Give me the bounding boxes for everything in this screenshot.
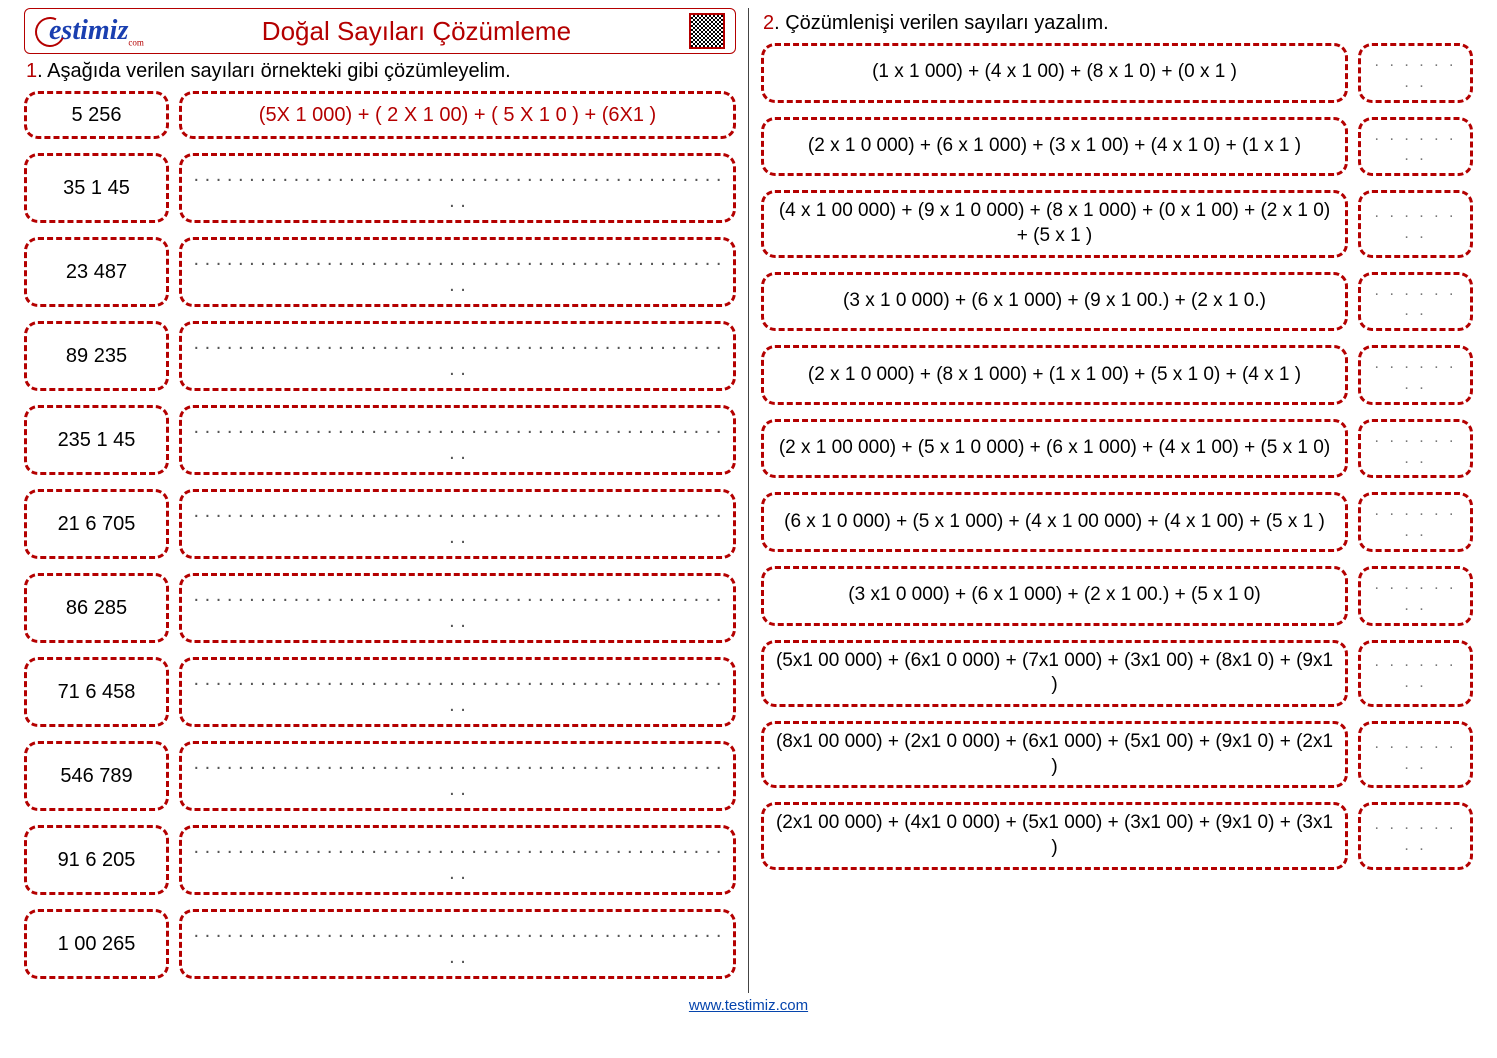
expansion-box: . . . . . . . . . . . . . . . . . . . . … [179, 573, 736, 643]
section2-row: (2 x 1 0 000) + (6 x 1 000) + (3 x 1 00)… [761, 117, 1473, 177]
answer-box: . . . . . . . . [1358, 345, 1473, 405]
expression-box: (6 x 1 0 000) + (5 x 1 000) + (4 x 1 00 … [761, 492, 1348, 552]
answer-box: . . . . . . . . [1358, 190, 1473, 257]
section2-rows: (1 x 1 000) + (4 x 1 00) + (8 x 1 0) + (… [761, 43, 1473, 870]
footer: www.testimiz.com [0, 997, 1497, 1020]
section1-text: . Aşağıda verilen sayıları örnekteki gib… [37, 60, 511, 82]
worksheet-page: estimizcom Doğal Sayıları Çözümleme 1. A… [0, 0, 1497, 997]
section2-row: (5x1 00 000) + (6x1 0 000) + (7x1 000) +… [761, 640, 1473, 707]
section1-row: 1 00 265. . . . . . . . . . . . . . . . … [24, 909, 736, 979]
section1-row: 5 256(5X 1 000) + ( 2 X 1 00) + ( 5 X 1 … [24, 91, 736, 139]
header: estimizcom Doğal Sayıları Çözümleme [24, 8, 736, 54]
section1-row: 89 235. . . . . . . . . . . . . . . . . … [24, 321, 736, 391]
logo-text: estimiz [49, 15, 128, 46]
footer-link[interactable]: www.testimiz.com [689, 997, 808, 1014]
section2-row: (4 x 1 00 000) + (9 x 1 0 000) + (8 x 1 … [761, 190, 1473, 257]
section2-instruction: 2. Çözümlenişi verilen sayıları yazalım. [763, 12, 1473, 35]
qr-code-icon [689, 13, 725, 49]
expansion-box: . . . . . . . . . . . . . . . . . . . . … [179, 489, 736, 559]
expression-box: (2x1 00 000) + (4x1 0 000) + (5x1 000) +… [761, 802, 1348, 869]
number-box: 23 487 [24, 237, 169, 307]
section2-row: (2 x 1 0 000) + (8 x 1 000) + (1 x 1 00)… [761, 345, 1473, 405]
number-box: 1 00 265 [24, 909, 169, 979]
expansion-box: . . . . . . . . . . . . . . . . . . . . … [179, 237, 736, 307]
section1-number: 1 [26, 60, 37, 82]
section1-row: 91 6 205. . . . . . . . . . . . . . . . … [24, 825, 736, 895]
expression-box: (5x1 00 000) + (6x1 0 000) + (7x1 000) +… [761, 640, 1348, 707]
section1-instruction: 1. Aşağıda verilen sayıları örnekteki gi… [26, 60, 736, 83]
section2-row: (8x1 00 000) + (2x1 0 000) + (6x1 000) +… [761, 721, 1473, 788]
section1-row: 235 1 45. . . . . . . . . . . . . . . . … [24, 405, 736, 475]
expression-box: (8x1 00 000) + (2x1 0 000) + (6x1 000) +… [761, 721, 1348, 788]
example-expansion-box: (5X 1 000) + ( 2 X 1 00) + ( 5 X 1 0 ) +… [179, 91, 736, 139]
expansion-box: . . . . . . . . . . . . . . . . . . . . … [179, 657, 736, 727]
answer-box: . . . . . . . . [1358, 640, 1473, 707]
number-box: 86 285 [24, 573, 169, 643]
expansion-box: . . . . . . . . . . . . . . . . . . . . … [179, 741, 736, 811]
answer-box: . . . . . . . . [1358, 802, 1473, 869]
number-box: 5 256 [24, 91, 169, 139]
section2-row: (1 x 1 000) + (4 x 1 00) + (8 x 1 0) + (… [761, 43, 1473, 103]
answer-box: . . . . . . . . [1358, 117, 1473, 177]
number-box: 21 6 705 [24, 489, 169, 559]
answer-box: . . . . . . . . [1358, 272, 1473, 332]
expression-box: (1 x 1 000) + (4 x 1 00) + (8 x 1 0) + (… [761, 43, 1348, 103]
expression-box: (4 x 1 00 000) + (9 x 1 0 000) + (8 x 1 … [761, 190, 1348, 257]
logo: estimizcom [35, 15, 144, 48]
section2-row: (2 x 1 00 000) + (5 x 1 0 000) + (6 x 1 … [761, 419, 1473, 479]
expansion-box: . . . . . . . . . . . . . . . . . . . . … [179, 405, 736, 475]
expression-box: (2 x 1 0 000) + (8 x 1 000) + (1 x 1 00)… [761, 345, 1348, 405]
expansion-box: . . . . . . . . . . . . . . . . . . . . … [179, 153, 736, 223]
section1-row: 35 1 45. . . . . . . . . . . . . . . . .… [24, 153, 736, 223]
section1-row: 71 6 458. . . . . . . . . . . . . . . . … [24, 657, 736, 727]
section2-row: (2x1 00 000) + (4x1 0 000) + (5x1 000) +… [761, 802, 1473, 869]
section1-rows: 5 256(5X 1 000) + ( 2 X 1 00) + ( 5 X 1 … [24, 91, 736, 979]
expansion-box: . . . . . . . . . . . . . . . . . . . . … [179, 909, 736, 979]
answer-box: . . . . . . . . [1358, 566, 1473, 626]
page-title: Doğal Sayıları Çözümleme [144, 16, 689, 47]
section2-row: (3 x 1 0 000) + (6 x 1 000) + (9 x 1 00.… [761, 272, 1473, 332]
expression-box: (3 x1 0 000) + (6 x 1 000) + (2 x 1 00.)… [761, 566, 1348, 626]
right-column: 2. Çözümlenişi verilen sayıları yazalım.… [749, 8, 1485, 993]
section1-row: 23 487. . . . . . . . . . . . . . . . . … [24, 237, 736, 307]
section2-text: . Çözümlenişi verilen sayıları yazalım. [774, 12, 1109, 34]
answer-box: . . . . . . . . [1358, 492, 1473, 552]
number-box: 91 6 205 [24, 825, 169, 895]
expansion-box: . . . . . . . . . . . . . . . . . . . . … [179, 825, 736, 895]
answer-box: . . . . . . . . [1358, 419, 1473, 479]
section2-row: (6 x 1 0 000) + (5 x 1 000) + (4 x 1 00 … [761, 492, 1473, 552]
expression-box: (3 x 1 0 000) + (6 x 1 000) + (9 x 1 00.… [761, 272, 1348, 332]
expression-box: (2 x 1 0 000) + (6 x 1 000) + (3 x 1 00)… [761, 117, 1348, 177]
expression-box: (2 x 1 00 000) + (5 x 1 0 000) + (6 x 1 … [761, 419, 1348, 479]
number-box: 35 1 45 [24, 153, 169, 223]
section2-number: 2 [763, 12, 774, 34]
number-box: 71 6 458 [24, 657, 169, 727]
answer-box: . . . . . . . . [1358, 43, 1473, 103]
logo-sub: com [128, 37, 144, 47]
number-box: 546 789 [24, 741, 169, 811]
answer-box: . . . . . . . . [1358, 721, 1473, 788]
section1-row: 546 789. . . . . . . . . . . . . . . . .… [24, 741, 736, 811]
left-column: estimizcom Doğal Sayıları Çözümleme 1. A… [12, 8, 749, 993]
section2-row: (3 x1 0 000) + (6 x 1 000) + (2 x 1 00.)… [761, 566, 1473, 626]
number-box: 89 235 [24, 321, 169, 391]
section1-row: 21 6 705. . . . . . . . . . . . . . . . … [24, 489, 736, 559]
expansion-box: . . . . . . . . . . . . . . . . . . . . … [179, 321, 736, 391]
section1-row: 86 285. . . . . . . . . . . . . . . . . … [24, 573, 736, 643]
number-box: 235 1 45 [24, 405, 169, 475]
